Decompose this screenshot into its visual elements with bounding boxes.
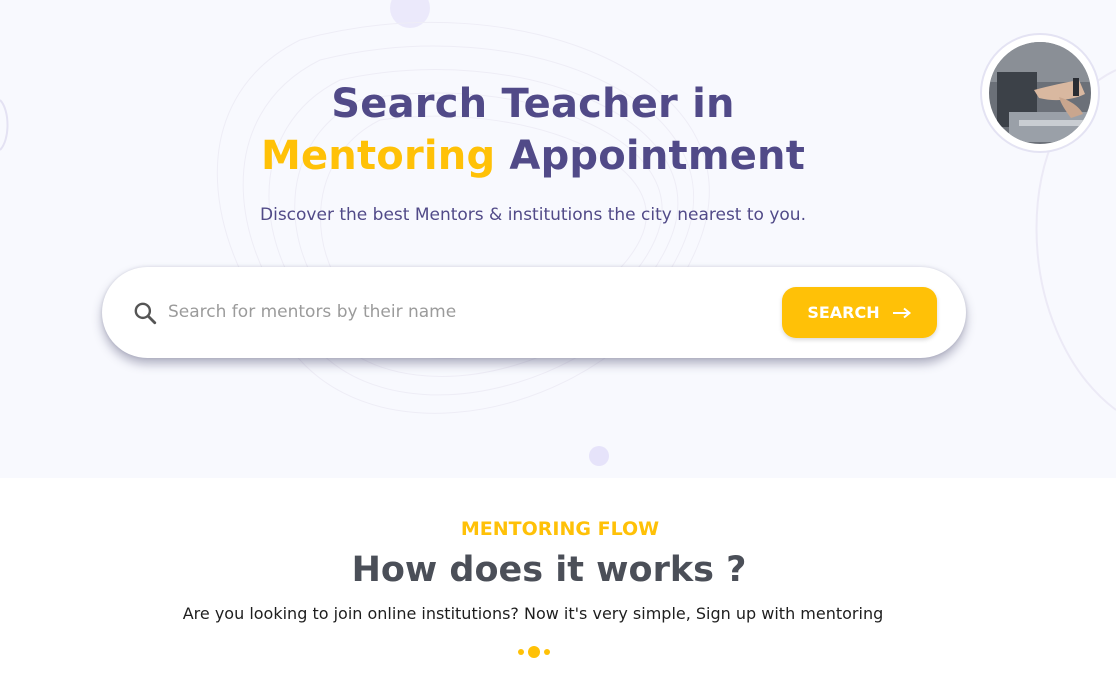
search-input[interactable]	[168, 295, 768, 329]
avatar-photo	[989, 42, 1091, 144]
search-button[interactable]: SEARCH	[782, 287, 937, 338]
section-description: Are you looking to join online instituti…	[182, 604, 884, 623]
hero-title-rest: Appointment	[495, 133, 806, 179]
search-icon	[134, 302, 157, 325]
mentor-avatar	[980, 33, 1100, 153]
hero-title-highlight: Mentoring	[260, 133, 496, 179]
hero-title-line2: Mentoring Appointment	[0, 130, 1091, 182]
search-bar: SEARCH	[102, 267, 966, 358]
section-divider-dots	[518, 646, 550, 658]
hero-subtitle: Discover the best Mentors & institutions…	[260, 205, 806, 225]
hero-title-line1: Search Teacher in	[331, 81, 735, 127]
hero-section: Search Teacher in Mentoring Appointment …	[0, 0, 1116, 478]
section-eyebrow: MENTORING FLOW	[460, 518, 660, 540]
section-title: How does it works ?	[351, 550, 747, 590]
hero-background-decoration	[0, 0, 1116, 466]
search-button-label: SEARCH	[807, 303, 880, 322]
arrow-right-icon	[892, 307, 911, 318]
